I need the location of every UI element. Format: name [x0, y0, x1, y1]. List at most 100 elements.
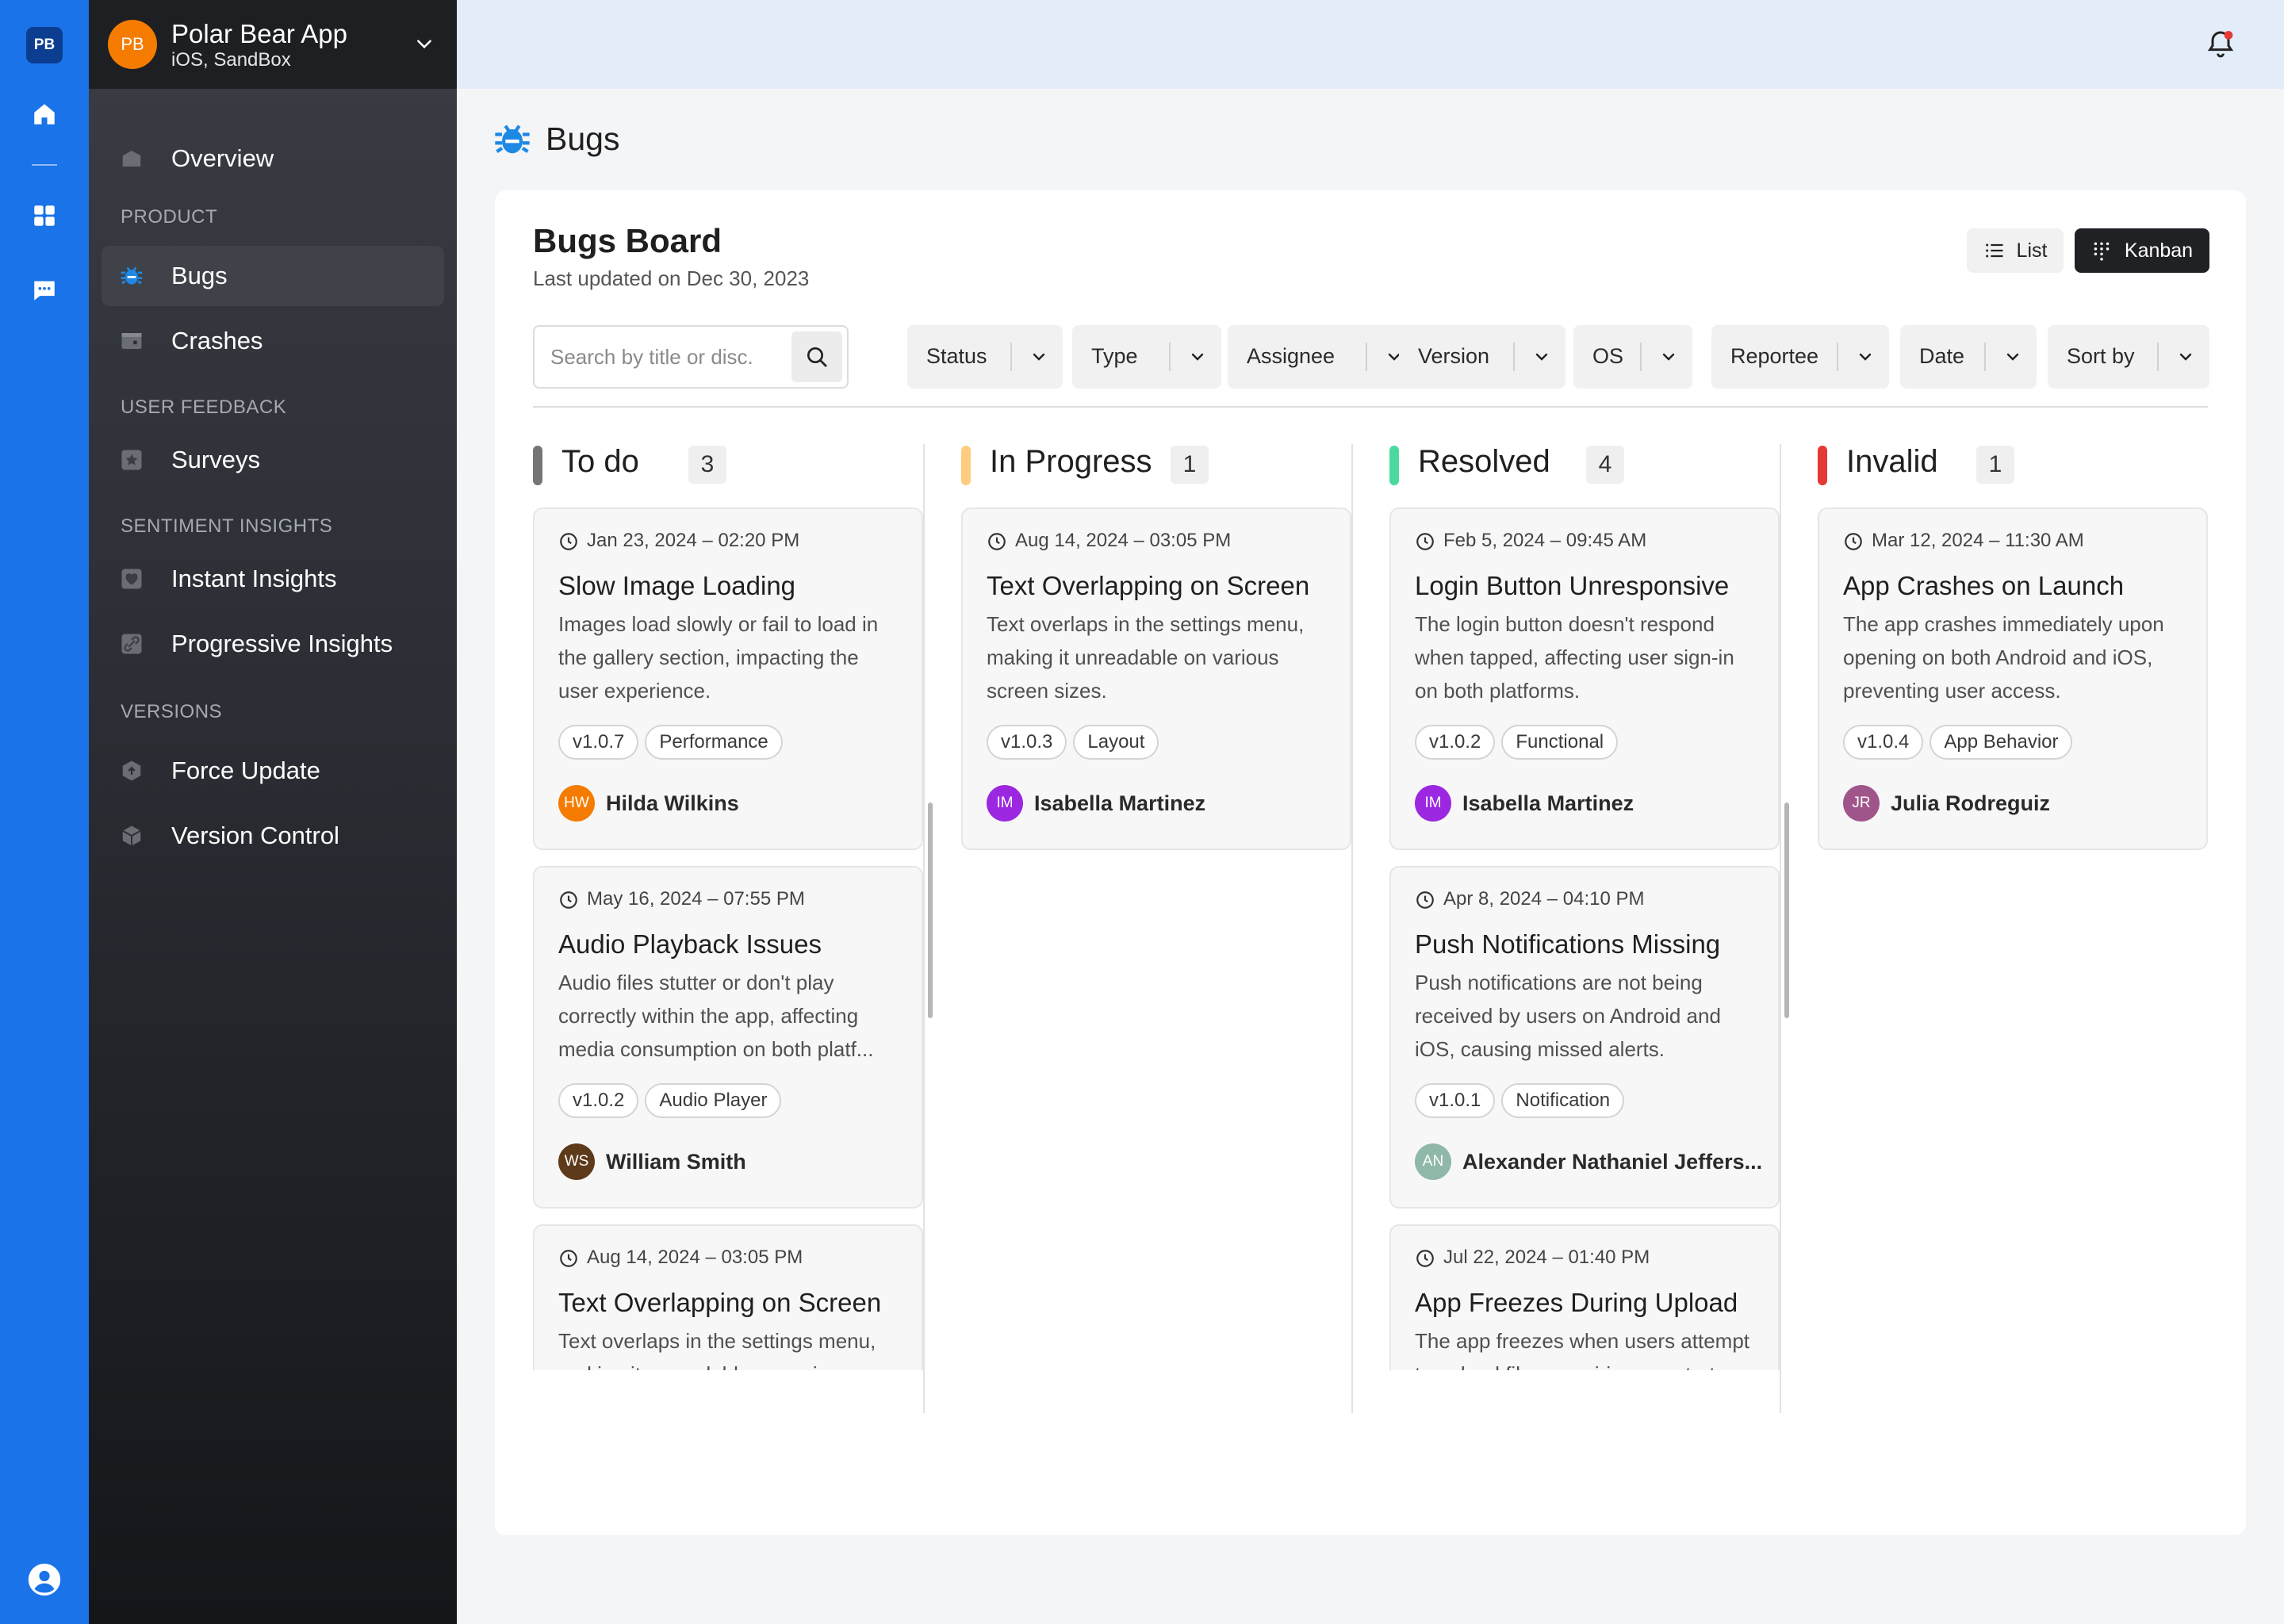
- bug-icon: [495, 124, 530, 154]
- bug-card[interactable]: Mar 12, 2024 – 11:30 AM App Crashes on La…: [1818, 508, 2208, 850]
- filter-date[interactable]: Date: [1900, 325, 2037, 389]
- avatar: IM: [987, 785, 1023, 822]
- filter-status[interactable]: Status: [907, 325, 1063, 389]
- type-tag: Audio Player: [645, 1083, 782, 1118]
- column-cards: Feb 5, 2024 – 09:45 AM Login Button Unres…: [1389, 508, 1780, 1370]
- kanban-view-button[interactable]: Kanban: [2075, 228, 2209, 273]
- card-date: Aug 14, 2024 – 03:05 PM: [1015, 530, 1232, 551]
- bug-card[interactable]: Aug 14, 2024 – 03:05 PM Text Overlapping …: [961, 508, 1351, 850]
- board-title: Bugs Board: [533, 222, 722, 259]
- clock-icon: [560, 1250, 577, 1267]
- column-count-badge: 1: [1976, 446, 2014, 484]
- filter-version[interactable]: Version: [1399, 325, 1565, 389]
- sidebar-item-instant-insights[interactable]: Instant Insights: [102, 549, 444, 609]
- sidebar-item-label: Force Update: [171, 756, 320, 784]
- list-icon: [1985, 243, 2003, 258]
- search-box: [533, 325, 849, 389]
- home-icon[interactable]: [27, 97, 62, 132]
- sidebar-item-bugs[interactable]: Bugs: [102, 246, 444, 306]
- bug-card[interactable]: Jul 22, 2024 – 01:40 PM App Freezes Durin…: [1389, 1224, 1780, 1370]
- chevron-down-icon: [2006, 353, 2019, 361]
- sidebar-item-progressive-insights[interactable]: Progressive Insights: [102, 614, 444, 674]
- rail-divider: [32, 164, 57, 166]
- assignee-name: Isabella Martinez: [1034, 791, 1206, 815]
- chat-icon[interactable]: [27, 273, 62, 308]
- column-status-bar: [533, 446, 542, 485]
- column-scrollbar[interactable]: [928, 802, 933, 1018]
- filter-separator: [1837, 343, 1838, 371]
- card-description: Images load slowly or fail to load in th…: [558, 612, 879, 703]
- column-title: In Progress: [990, 444, 1152, 479]
- column-cards: Jan 23, 2024 – 02:20 PM Slow Image Loadin…: [533, 508, 923, 1370]
- column-count-badge: 3: [688, 446, 726, 484]
- avatar: IM: [1415, 785, 1451, 822]
- avatar: WS: [558, 1143, 595, 1180]
- account-icon[interactable]: [27, 1562, 62, 1597]
- version-tag: v1.0.3: [987, 725, 1067, 760]
- card-description: Text overlaps in the settings menu, maki…: [558, 1329, 876, 1370]
- card-tags: v1.0.2 Functional: [1415, 725, 1619, 760]
- column-scrollbar[interactable]: [1784, 802, 1789, 1018]
- avatar: JR: [1843, 785, 1880, 822]
- icon-rail: PB: [0, 0, 89, 1624]
- bug-card[interactable]: Apr 8, 2024 – 04:10 PM Push Notifications…: [1389, 866, 1780, 1208]
- star-icon: [119, 447, 144, 473]
- filter-separator: [1010, 343, 1012, 371]
- heart-icon: [119, 566, 144, 592]
- filter-os[interactable]: OS: [1573, 325, 1692, 389]
- card-description: The app crashes immediately upon opening…: [1843, 612, 2164, 703]
- bug-card[interactable]: Feb 5, 2024 – 09:45 AM Login Button Unres…: [1389, 508, 1780, 850]
- version-tag: v1.0.2: [1415, 725, 1496, 760]
- section-product: PRODUCT: [121, 206, 218, 228]
- filter-assignee[interactable]: Assignee: [1228, 325, 1418, 389]
- card-tags: v1.0.7 Performance: [558, 725, 783, 760]
- clock-icon: [1416, 533, 1434, 550]
- sidebar-item-surveys[interactable]: Surveys: [102, 430, 444, 490]
- grid-icon[interactable]: [27, 198, 62, 233]
- app-platform: iOS, SandBox: [171, 49, 291, 71]
- chevron-down-icon[interactable]: [414, 33, 435, 54]
- assignee-name: Julia Rodreguiz: [1891, 791, 2051, 815]
- filter-label: Type: [1091, 344, 1138, 368]
- column-status-bar: [1818, 446, 1827, 485]
- app-name: Polar Bear App: [171, 19, 347, 48]
- search-input[interactable]: [550, 341, 788, 373]
- filter-sort-by[interactable]: Sort by: [2048, 325, 2209, 389]
- card-description: The login button doesn't respond when ta…: [1415, 612, 1734, 703]
- search-button[interactable]: [791, 331, 842, 382]
- assignee-name: Hilda Wilkins: [606, 791, 739, 815]
- type-tag: Functional: [1501, 725, 1619, 760]
- sidebar-item-force-update[interactable]: Force Update: [102, 741, 444, 801]
- column-title: Invalid: [1846, 444, 1938, 479]
- filter-reportee[interactable]: Reportee: [1711, 325, 1889, 389]
- top-bar: [457, 0, 2284, 89]
- sidebar-item-overview[interactable]: Overview: [102, 128, 444, 189]
- chevron-down-icon: [1535, 353, 1548, 361]
- filter-separator: [2157, 343, 2159, 371]
- workspace-logo[interactable]: PB: [26, 27, 63, 63]
- filter-type[interactable]: Type: [1072, 325, 1221, 389]
- list-view-button[interactable]: List: [1967, 228, 2064, 273]
- bug-card[interactable]: Aug 14, 2024 – 03:05 PM Text Overlapping …: [533, 1224, 923, 1370]
- filter-label: Sort by: [2067, 344, 2135, 368]
- clock-icon: [560, 891, 577, 909]
- card-description: Push notifications are not being receive…: [1415, 971, 1721, 1061]
- type-tag: App Behavior: [1930, 725, 2073, 760]
- card-date: Feb 5, 2024 – 09:45 AM: [1443, 530, 1647, 551]
- sidebar-item-version-control[interactable]: Version Control: [102, 806, 444, 866]
- filter-label: Status: [926, 344, 987, 368]
- bugs-board: Bugs Board Last updated on Dec 30, 2023 …: [495, 190, 2246, 1535]
- box-icon: [119, 823, 144, 848]
- card-assignee: JR Julia Rodreguiz: [1843, 785, 2050, 822]
- sidebar-item-label: Bugs: [171, 262, 228, 289]
- bug-card[interactable]: Jan 23, 2024 – 02:20 PM Slow Image Loadin…: [533, 508, 923, 850]
- bug-icon: [119, 263, 144, 289]
- sidebar-item-crashes[interactable]: Crashes: [102, 311, 444, 371]
- chevron-down-icon: [2179, 353, 2192, 361]
- app-switcher[interactable]: PB Polar Bear App iOS, SandBox: [89, 0, 457, 89]
- type-tag: Performance: [645, 725, 783, 760]
- bug-card[interactable]: May 16, 2024 – 07:55 PM Audio Playback Is…: [533, 866, 923, 1208]
- chevron-down-icon: [1859, 353, 1872, 361]
- card-title: App Crashes on Launch: [1843, 571, 2125, 600]
- notification-bell-icon[interactable]: [2205, 29, 2236, 60]
